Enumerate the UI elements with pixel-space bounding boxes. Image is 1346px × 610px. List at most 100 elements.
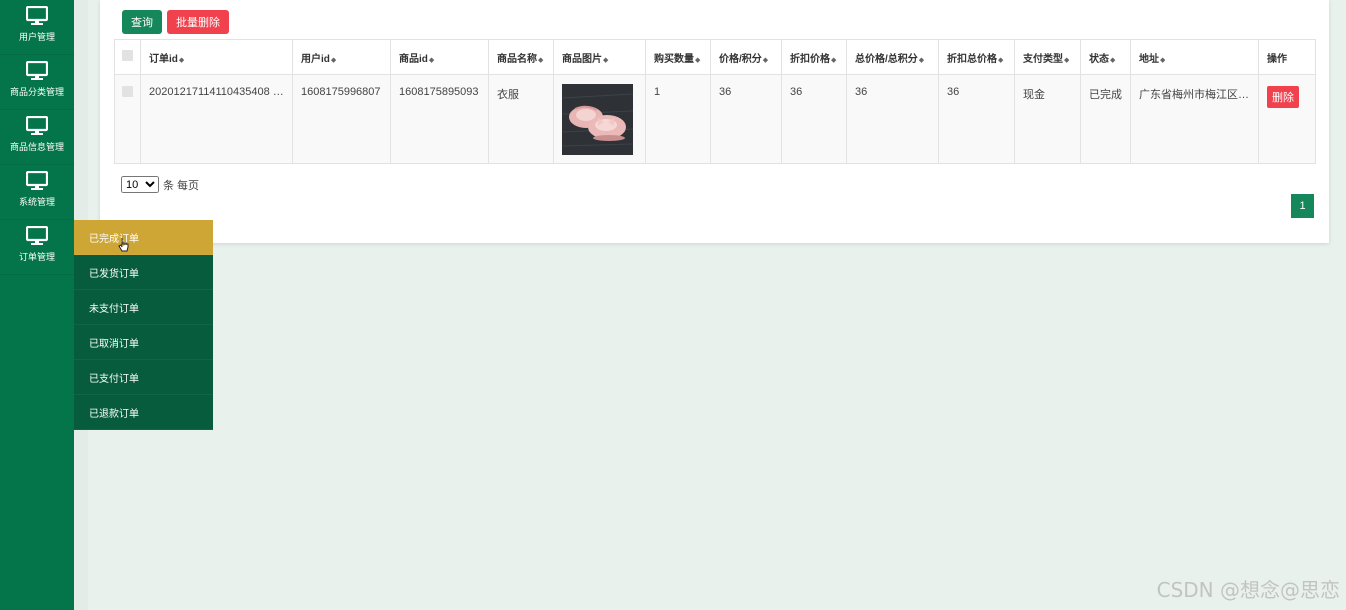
cell-address: 广东省梅州市梅江区江... [1130,74,1259,164]
column-header[interactable]: 用户id◆ [292,39,391,75]
cell-quantity: 1 [645,74,711,164]
column-header-label: 折扣总价格 [947,53,997,65]
cell-price: 36 [710,74,782,164]
table-header-row: 订单id◆ 用户id◆ 商品id◆ 商品名称◆ 商品图片◆ 购买数量◆ 价格/积… [114,39,1316,75]
table-row: 20201217114110435408 39 1608175996807 16… [114,74,1316,164]
column-header-label: 商品名称 [497,53,537,65]
sort-icon: ◆ [762,56,769,64]
sidebar-item-label: 订单管理 [18,252,55,262]
sidebar-item-user-management[interactable]: 用户管理 [0,0,74,55]
sort-icon: ◆ [1160,56,1166,64]
cell-total-price: 36 [846,74,939,164]
column-header-label: 总价格/总积分 [855,53,918,65]
sidebar-item-product-management[interactable]: 商品信息管理 [0,110,74,165]
monitor-icon [26,171,48,190]
page-size-select[interactable]: 10 [121,176,159,193]
submenu-item-label: 已支付订单 [89,373,139,385]
bulk-delete-button[interactable]: 批量删除 [167,10,229,34]
product-image [562,84,633,155]
column-header-label: 折扣价格 [790,53,830,65]
sort-icon: ◆ [428,56,435,64]
cell-discount-price: 36 [781,74,847,164]
submenu-item-shipped-orders[interactable]: 已发货订单 [74,255,213,290]
row-checkbox-cell [114,74,141,164]
page-number-button[interactable]: 1 [1291,194,1314,218]
order-submenu: 已完成订单 已发货订单 未支付订单 已取消订单 已支付订单 已退款订单 [74,220,213,430]
submenu-item-label: 已退款订单 [89,408,139,420]
sort-icon: ◆ [918,56,925,64]
cell-status: 已完成 [1080,74,1131,164]
cell-user-id: 1608175996807 [292,74,391,164]
order-table: 订单id◆ 用户id◆ 商品id◆ 商品名称◆ 商品图片◆ 购买数量◆ 价格/积… [114,39,1316,164]
submenu-item-completed-orders[interactable]: 已完成订单 [74,220,213,255]
sort-icon: ◆ [603,56,609,64]
column-header[interactable]: 状态◆ [1080,39,1131,75]
cell-discount-total: 36 [938,74,1015,164]
column-header-label: 商品图片 [562,53,602,65]
submenu-item-cancelled-orders[interactable]: 已取消订单 [74,325,213,360]
query-button[interactable]: 查询 [122,10,162,34]
sidebar-item-system-management[interactable]: 系统管理 [0,165,74,220]
column-header[interactable]: 订单id◆ [140,39,293,75]
select-all-checkbox-cell [114,39,141,75]
submenu-item-label: 已完成订单 [89,233,139,245]
column-header-label: 地址 [1139,53,1159,65]
submenu-item-paid-orders[interactable]: 已支付订单 [74,360,213,395]
cell-product-id: 1608175895093 [390,74,489,164]
column-header[interactable]: 购买数量◆ [645,39,711,75]
order-panel: 查询 批量删除 订单id◆ 用户id◆ 商品id◆ 商品名称◆ 商品图片◆ 购买… [100,0,1329,243]
page-size-suffix: 条 每页 [163,179,200,192]
submenu-item-label: 已发货订单 [89,268,139,280]
column-header-label: 商品id [399,53,428,65]
cell-product-image [553,74,646,164]
sort-icon: ◆ [1110,56,1116,64]
monitor-icon [26,61,48,80]
sort-icon: ◆ [695,56,701,64]
column-header-label: 操作 [1267,53,1287,65]
sidebar-item-label: 商品信息管理 [9,142,64,152]
sidebar-item-order-management[interactable]: 订单管理 [0,220,74,275]
sort-icon: ◆ [998,56,1004,64]
sort-icon: ◆ [330,56,337,64]
sort-icon: ◆ [178,56,185,64]
monitor-icon [26,6,48,25]
column-header-label: 价格/积分 [719,53,762,65]
column-header[interactable]: 地址◆ [1130,39,1259,75]
sidebar-item-label: 系统管理 [18,197,55,207]
sort-icon: ◆ [1064,56,1070,64]
monitor-icon [26,116,48,135]
select-all-checkbox[interactable] [122,50,133,61]
watermark-text: CSDN @想念@思恋 [1156,578,1340,602]
cell-actions: 删除 [1258,74,1316,164]
column-header[interactable]: 商品名称◆ [488,39,554,75]
submenu-item-unpaid-orders[interactable]: 未支付订单 [74,290,213,325]
column-header[interactable]: 折扣价格◆ [781,39,847,75]
sort-icon: ◆ [538,56,544,64]
sidebar: 用户管理 商品分类管理 商品信息管理 系统管理 订单管理 [0,0,74,610]
hand-cursor-icon [118,238,129,252]
submenu-item-refunded-orders[interactable]: 已退款订单 [74,395,213,430]
cell-order-id: 20201217114110435408 39 [140,74,293,164]
delete-button[interactable]: 删除 [1267,86,1299,108]
cell-product-name: 衣服 [488,74,554,164]
submenu-item-label: 未支付订单 [89,303,139,315]
cell-payment-type: 现金 [1014,74,1081,164]
column-header: 操作 [1258,39,1316,75]
sidebar-item-label: 商品分类管理 [9,87,64,97]
page-size-control: 10 条 每页 [121,176,199,193]
column-header-label: 状态 [1089,53,1109,65]
column-header[interactable]: 支付类型◆ [1014,39,1081,75]
column-header-label: 订单id [149,53,178,65]
column-header-label: 购买数量 [654,53,694,65]
monitor-icon [26,226,48,245]
sidebar-item-category-management[interactable]: 商品分类管理 [0,55,74,110]
submenu-item-label: 已取消订单 [89,338,139,350]
column-header[interactable]: 总价格/总积分◆ [846,39,939,75]
row-checkbox[interactable] [122,86,133,97]
column-header[interactable]: 价格/积分◆ [710,39,782,75]
sidebar-item-label: 用户管理 [18,32,55,42]
column-header[interactable]: 商品id◆ [390,39,489,75]
column-header[interactable]: 商品图片◆ [553,39,646,75]
column-header[interactable]: 折扣总价格◆ [938,39,1015,75]
column-header-label: 支付类型 [1023,53,1063,65]
